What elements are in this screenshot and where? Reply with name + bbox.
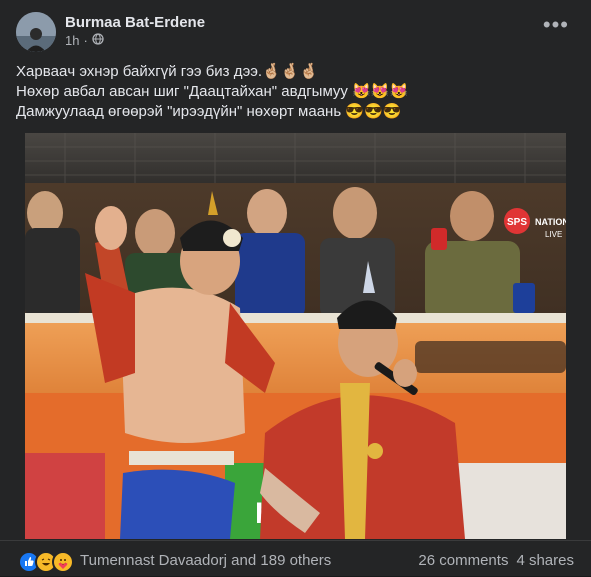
author-name[interactable]: Burmaa Bat-Erdene bbox=[65, 14, 205, 32]
broadcast-logo: SPS bbox=[507, 217, 527, 228]
post-stats: 26 comments 4 shares bbox=[418, 552, 574, 569]
post-text: Харвaaч эхнэр байхгүй гээ биз дээ.🤞🏼🤞🏼🤞🏼… bbox=[16, 62, 408, 122]
reaction-icons[interactable] bbox=[18, 551, 74, 573]
post-line: Харвaaч эхнэр байхгүй гээ биз дээ.🤞🏼🤞🏼🤞🏼 bbox=[16, 63, 319, 80]
post-card: Burmaa Bat-Erdene 1h · ••• Харвaaч эхнэр… bbox=[0, 0, 591, 576]
post-line: Нөхөр авбал авсан шиг "Даацтайхан" авдгы… bbox=[16, 83, 409, 100]
broadcast-live: LIVE bbox=[545, 230, 562, 239]
likers-text[interactable]: Tumennast Davaadorj and 189 others bbox=[80, 552, 331, 569]
post-photo[interactable]: SPS NATION LIVE HI bbox=[25, 133, 566, 539]
dot-separator: · bbox=[83, 33, 88, 48]
shares-count[interactable]: 4 shares bbox=[516, 552, 574, 569]
post-header: Burmaa Bat-Erdene 1h · bbox=[16, 12, 205, 52]
globe-icon bbox=[92, 32, 104, 50]
post-time[interactable]: 1h bbox=[65, 32, 79, 50]
comments-count[interactable]: 26 comments bbox=[418, 552, 508, 569]
broadcast-sub: NATION bbox=[535, 217, 566, 227]
post-footer: Tumennast Davaadorj and 189 others 26 co… bbox=[0, 540, 591, 577]
care-icon bbox=[52, 551, 74, 573]
post-line: Дамжуулаад өгөөрэй "ирээдүйн" нөхөрт маа… bbox=[16, 103, 402, 120]
author-avatar[interactable] bbox=[16, 12, 56, 52]
more-options-icon[interactable]: ••• bbox=[543, 14, 569, 36]
